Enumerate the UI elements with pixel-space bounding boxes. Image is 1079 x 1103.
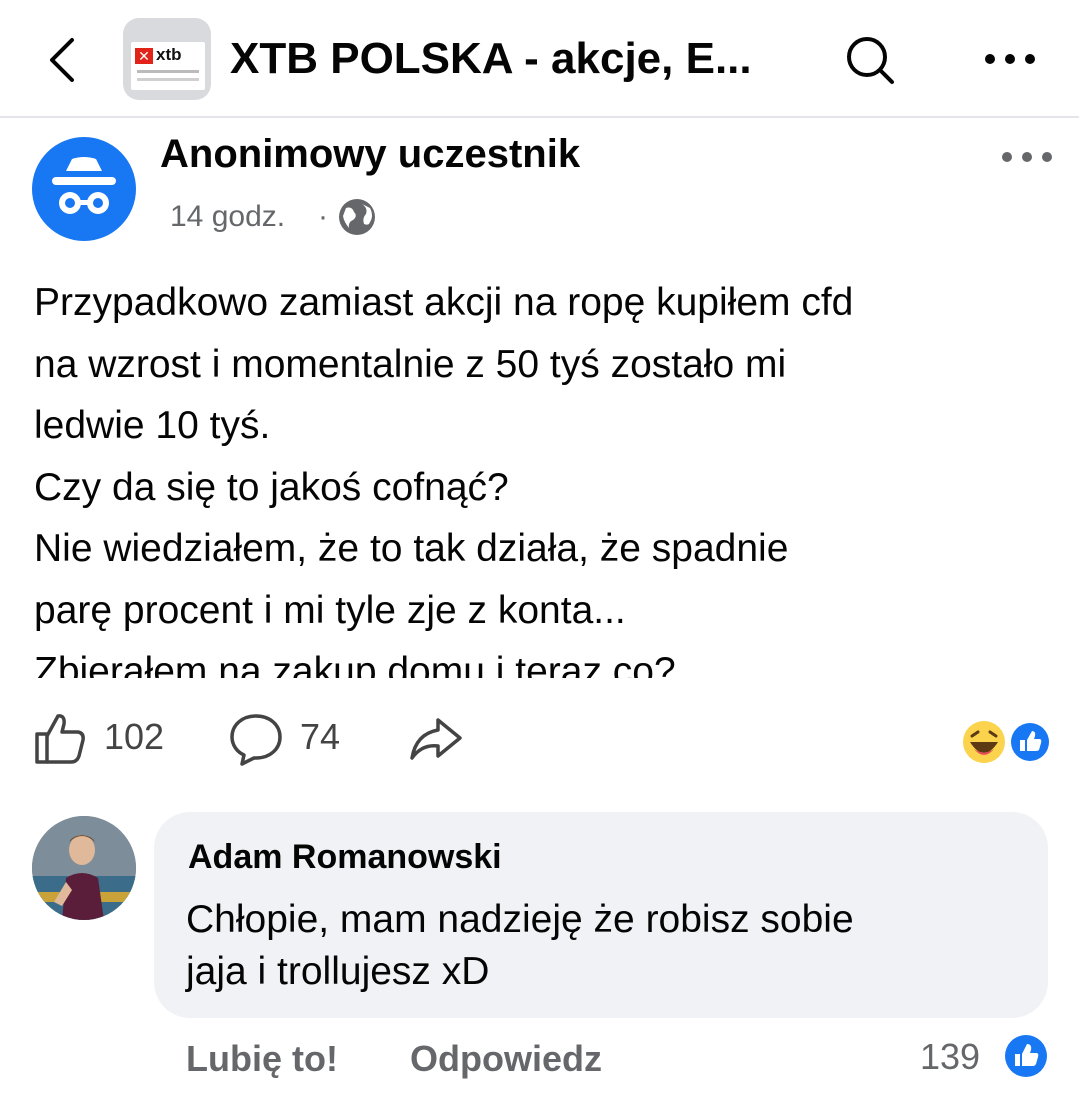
post-timestamp[interactable]: 14 godz. bbox=[170, 200, 285, 234]
like-reaction-icon bbox=[1008, 720, 1052, 764]
share-arrow-icon bbox=[410, 718, 462, 760]
thumbs-up-icon bbox=[35, 714, 85, 764]
logo-stripe bbox=[137, 70, 199, 73]
comment-like-count[interactable]: 139 bbox=[920, 1036, 980, 1078]
chevron-left-icon bbox=[50, 38, 74, 82]
post-body-line: na wzrost i momentalnie z 50 tyś zostało… bbox=[34, 342, 787, 386]
group-logo[interactable]: ✕ xtb bbox=[123, 18, 211, 100]
comment-actions: Lubię to! Odpowiedz 139 bbox=[0, 1034, 1079, 1088]
reactions-summary[interactable] bbox=[962, 716, 1054, 766]
globe-icon bbox=[336, 196, 378, 238]
comment-text-line: jaja i trollujesz xD bbox=[186, 950, 490, 993]
more-horizontal-icon bbox=[1002, 152, 1052, 162]
post-body-line: Czy da się to jakoś cofnąć? bbox=[34, 465, 509, 509]
group-logo-image: ✕ xtb bbox=[131, 42, 205, 90]
more-horizontal-icon bbox=[985, 54, 1035, 64]
comment-text: Chłopie, mam nadzieję że robisz sobie ja… bbox=[186, 894, 854, 998]
post-body: Przypadkowo zamiast akcji na ropę kupiłe… bbox=[34, 272, 1064, 678]
group-title[interactable]: XTB POLSKA - akcje, E... bbox=[230, 34, 752, 84]
comment-bubble[interactable]: Adam Romanowski Chłopie, mam nadzieję że… bbox=[154, 812, 1048, 1018]
comment-like-button[interactable]: Lubię to! bbox=[186, 1038, 338, 1080]
anonymous-incognito-icon bbox=[52, 157, 116, 214]
search-button[interactable] bbox=[840, 32, 900, 88]
meta-separator: · bbox=[318, 200, 328, 233]
post-body-line: parę procent i mi tyle zje z konta... bbox=[34, 588, 626, 632]
xtb-logo-text: xtb bbox=[156, 45, 182, 64]
post-author-avatar[interactable] bbox=[32, 137, 136, 241]
more-options-button[interactable] bbox=[982, 46, 1038, 72]
post-body-line: Nie wiedziałem, że to tak działa, że spa… bbox=[34, 527, 789, 570]
comment-reply-button[interactable]: Odpowiedz bbox=[410, 1038, 602, 1080]
commenter-avatar[interactable] bbox=[32, 816, 136, 920]
search-icon bbox=[847, 37, 894, 84]
haha-reaction-icon bbox=[963, 721, 1005, 763]
comment-text-line: Chłopie, mam nadzieję że robisz sobie bbox=[186, 898, 854, 941]
xtb-logo-mark: ✕ bbox=[135, 48, 153, 64]
profile-photo bbox=[32, 816, 136, 920]
top-bar: ✕ xtb XTB POLSKA - akcje, E... bbox=[0, 0, 1079, 118]
like-reaction-icon bbox=[1004, 1034, 1048, 1078]
comment-bubble-icon bbox=[230, 714, 282, 766]
post-more-button[interactable] bbox=[1000, 146, 1054, 168]
back-button[interactable] bbox=[38, 30, 88, 90]
logo-stripe bbox=[137, 78, 199, 81]
like-count: 102 bbox=[104, 716, 165, 757]
post-actions-bar: 102 74 bbox=[0, 706, 1079, 770]
commenter-name[interactable]: Adam Romanowski bbox=[188, 838, 502, 877]
post-author-name[interactable]: Anonimowy uczestnik bbox=[160, 132, 580, 177]
comment-count: 74 bbox=[300, 716, 341, 757]
post-body-line: Przypadkowo zamiast akcji na ropę kupiłe… bbox=[34, 281, 854, 324]
post-body-line: ledwie 10 tyś. bbox=[34, 404, 271, 447]
share-button[interactable] bbox=[408, 716, 464, 764]
post-body-line: Zbierałem na zakup domu i teraz co? bbox=[34, 650, 676, 678]
